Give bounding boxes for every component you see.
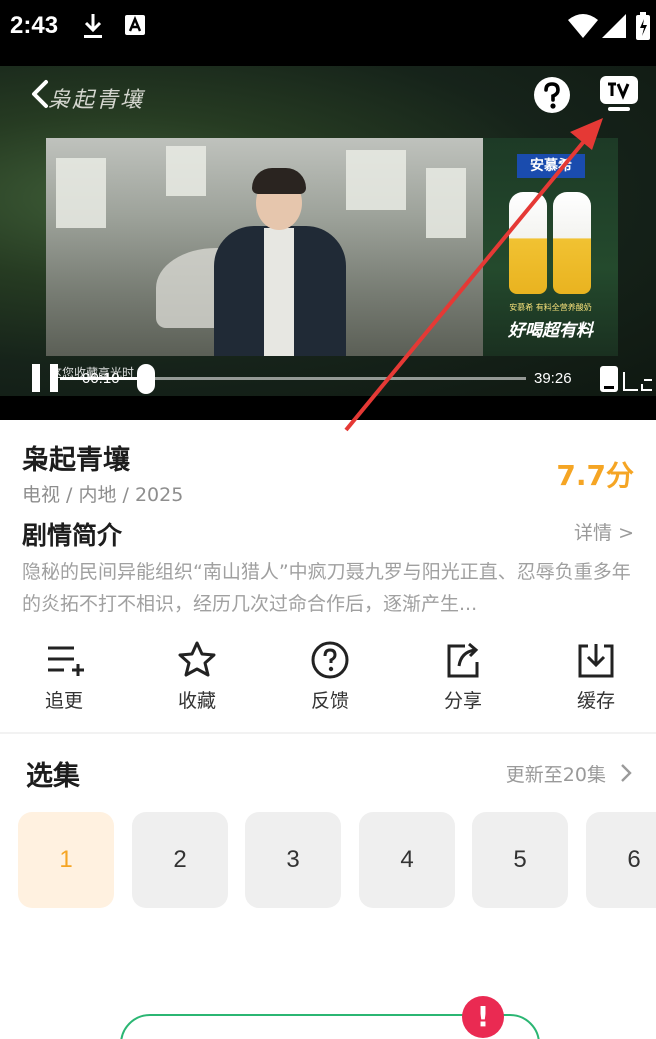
video-player[interactable]: 安慕希 安慕希 有料全营养酸奶 好喝超有料 枭起青壤 这您收藏高光时 00:10… — [0, 66, 656, 420]
tv-cast-button[interactable] — [598, 74, 640, 114]
episodes-heading: 选集 — [26, 761, 80, 792]
download-box-icon — [578, 644, 614, 678]
ad-bottle — [509, 192, 547, 294]
fullscreen-button[interactable] — [598, 364, 654, 394]
back-button[interactable] — [24, 76, 60, 112]
action-label: 缓存 — [576, 690, 615, 712]
help-button[interactable] — [533, 76, 571, 114]
episode-list: 1 2 3 4 5 6 — [18, 812, 656, 908]
share-button[interactable]: 分享 — [413, 638, 513, 728]
help-icon — [534, 77, 570, 113]
share-icon — [447, 642, 479, 678]
video-scene — [46, 138, 483, 356]
tv-cast-icon — [600, 76, 638, 111]
fullscreen-icon — [600, 366, 652, 392]
episodes-update-link[interactable]: 更新至20集 — [506, 760, 634, 787]
action-label: 收藏 — [177, 690, 216, 712]
video-title-art: 枭起青壤 — [48, 88, 145, 113]
status-bar: 2:43 — [0, 0, 656, 66]
episode-item[interactable]: 5 — [472, 812, 568, 908]
action-label: 追更 — [44, 690, 83, 712]
video-ad-panel[interactable]: 安慕希 安慕希 有料全营养酸奶 好喝超有料 — [483, 138, 618, 356]
synopsis-text[interactable]: 隐秘的民间异能组织“南山猎人”中疯刀聂九罗与阳光正直、忍辱负重多年的炎拓不打不相… — [22, 556, 636, 620]
back-icon — [32, 80, 48, 108]
ad-bottle — [553, 192, 591, 294]
episode-item[interactable]: 3 — [245, 812, 341, 908]
section-divider — [0, 732, 656, 734]
progress-knob[interactable] — [137, 364, 155, 394]
episode-item[interactable]: 1 — [18, 812, 114, 908]
total-time: 39:26 — [534, 370, 572, 387]
show-title: 枭起青壤 — [22, 445, 130, 476]
alert-badge: ! — [462, 996, 504, 1038]
star-icon — [178, 641, 216, 677]
progress-played — [60, 377, 146, 380]
ad-subline: 安慕希 有料全营养酸奶 — [509, 303, 592, 312]
action-bar: 追更 收藏 反馈 分享 缓存 — [0, 638, 656, 728]
ad-brand: 安慕希 — [517, 154, 585, 178]
synopsis-detail-link[interactable]: 详情 > — [574, 518, 634, 545]
feedback-button[interactable]: 反馈 — [280, 638, 380, 728]
action-label: 分享 — [443, 690, 482, 712]
status-time: 2:43 — [10, 12, 59, 39]
show-meta: 电视 / 内地 / 2025 — [22, 484, 184, 506]
video-letterbox — [0, 396, 656, 420]
question-icon — [311, 641, 349, 679]
download-button[interactable]: 缓存 — [546, 638, 646, 728]
ad-slogan: 好喝超有料 — [508, 321, 593, 341]
battery-charging-icon — [636, 12, 650, 44]
episode-item[interactable]: 6 — [586, 812, 656, 908]
episode-item[interactable]: 2 — [132, 812, 228, 908]
action-label: 反馈 — [310, 690, 349, 712]
chevron-right-icon — [621, 764, 632, 782]
progress-track[interactable] — [146, 377, 526, 380]
synopsis-heading: 剧情简介 — [22, 521, 123, 550]
follow-button[interactable]: 追更 — [14, 638, 114, 728]
favorite-button[interactable]: 收藏 — [147, 638, 247, 728]
notification-app-icon — [124, 14, 146, 40]
episodes-update-status: 更新至20集 — [505, 764, 606, 786]
cellular-signal-icon — [602, 14, 626, 42]
episode-item[interactable]: 4 — [359, 812, 455, 908]
add-to-list-icon — [48, 646, 84, 676]
show-score: 7.7分 — [556, 459, 634, 492]
wifi-icon — [568, 14, 598, 42]
download-icon — [82, 12, 104, 44]
